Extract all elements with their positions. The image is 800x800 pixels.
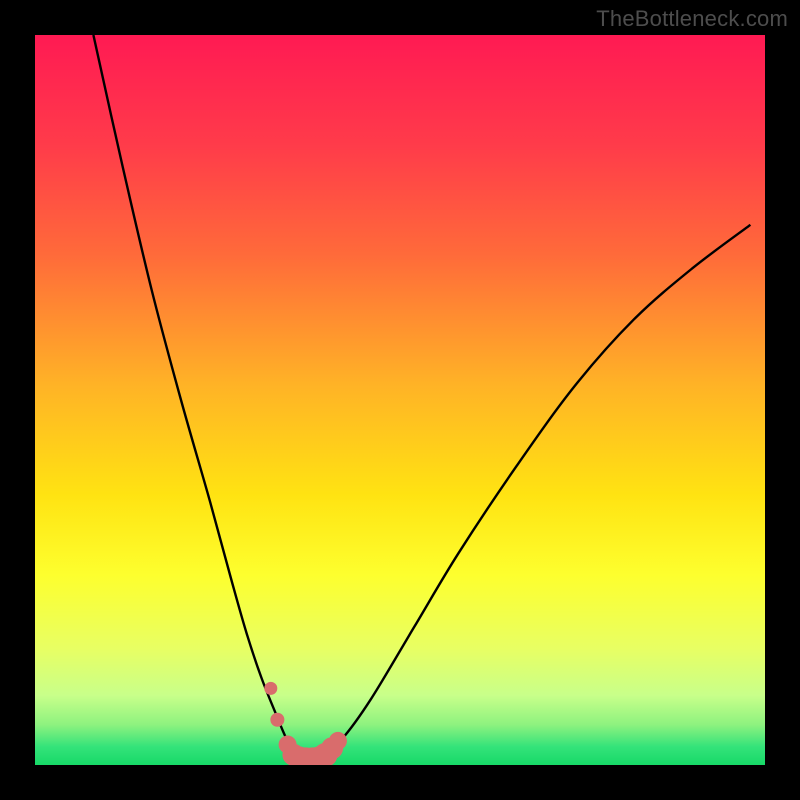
chart-frame: TheBottleneck.com	[0, 0, 800, 800]
highlight-dot	[329, 732, 347, 750]
plot-area	[35, 35, 765, 765]
curve-layer	[35, 35, 765, 765]
bottleneck-curve	[93, 35, 750, 761]
highlight-dot	[264, 682, 277, 695]
watermark-text: TheBottleneck.com	[596, 6, 788, 32]
highlight-markers	[264, 682, 347, 765]
highlight-dot	[270, 713, 284, 727]
